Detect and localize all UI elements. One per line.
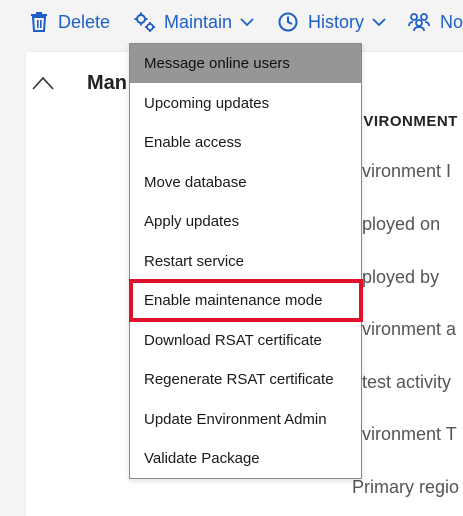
menu-item-validate-package[interactable]: Validate Package bbox=[130, 439, 361, 478]
menu-item-move-database[interactable]: Move database bbox=[130, 163, 361, 202]
menu-item-apply-updates[interactable]: Apply updates bbox=[130, 202, 361, 241]
gears-icon bbox=[134, 12, 155, 32]
chevron-down-icon bbox=[372, 17, 386, 26]
history-label: History bbox=[308, 11, 365, 32]
clock-icon bbox=[278, 12, 298, 32]
menu-item-regenerate-rsat-certificate[interactable]: Regenerate RSAT certificate bbox=[130, 360, 361, 399]
command-bar: Delete Maintain History No bbox=[0, 0, 463, 44]
field-label: nvironment I bbox=[352, 161, 452, 181]
notify-button[interactable]: No bbox=[408, 0, 463, 44]
field-label: Primary regio bbox=[352, 477, 460, 497]
notify-label: No bbox=[440, 11, 463, 32]
menu-item-restart-service[interactable]: Restart service bbox=[130, 242, 361, 281]
chevron-up-icon[interactable] bbox=[32, 76, 54, 90]
history-button[interactable]: History bbox=[278, 0, 386, 44]
field-label: atest activity bbox=[352, 372, 452, 392]
menu-item-enable-access[interactable]: Enable access bbox=[130, 123, 361, 162]
maintain-menu: Message online users Upcoming updates En… bbox=[129, 43, 362, 479]
card-title: Man bbox=[87, 72, 127, 94]
menu-item-message-online-users[interactable]: Message online users bbox=[130, 44, 361, 83]
trash-icon bbox=[31, 12, 47, 32]
menu-item-enable-maintenance-mode[interactable]: Enable maintenance mode bbox=[130, 281, 361, 320]
field-label: eployed on bbox=[352, 214, 441, 234]
menu-item-upcoming-updates[interactable]: Upcoming updates bbox=[130, 84, 361, 123]
section-header: NVIRONMENT bbox=[352, 113, 458, 130]
page: Delete Maintain History No Man NVIRONMEN… bbox=[0, 0, 463, 516]
menu-item-update-environment-admin[interactable]: Update Environment Admin bbox=[130, 400, 361, 439]
delete-label: Delete bbox=[58, 11, 111, 32]
chevron-down-icon bbox=[240, 17, 254, 26]
field-label: nvironment T bbox=[352, 424, 457, 444]
people-icon bbox=[408, 13, 430, 32]
maintain-label: Maintain bbox=[164, 11, 233, 32]
field-label: nvironment a bbox=[352, 319, 457, 339]
field-label: eployed by bbox=[352, 267, 440, 287]
delete-button[interactable]: Delete bbox=[30, 0, 110, 44]
maintain-button[interactable]: Maintain bbox=[134, 0, 254, 44]
menu-item-download-rsat-certificate[interactable]: Download RSAT certificate bbox=[130, 321, 361, 360]
